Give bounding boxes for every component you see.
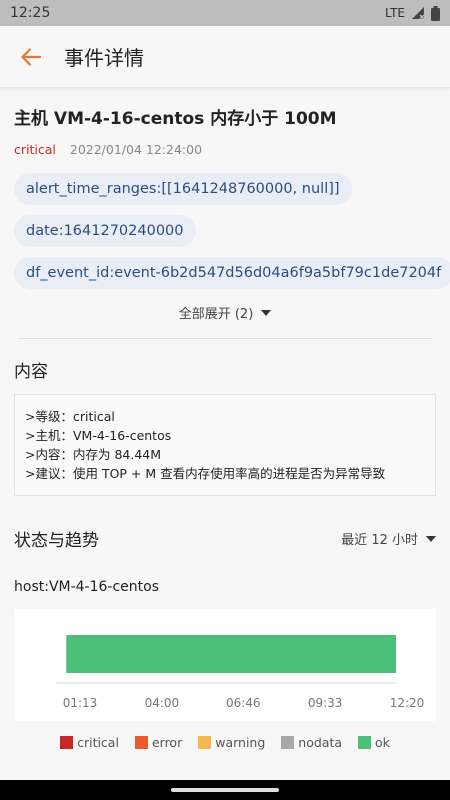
- event-meta: critical 2022/01/04 12:24:00: [14, 142, 436, 157]
- system-nav-bar: [0, 780, 450, 800]
- status-chart: 01:13 04:00 06:46 09:33 12:20: [14, 609, 436, 721]
- legend-swatch: [60, 736, 74, 749]
- chart-legend: critical error warning nodata ok: [14, 735, 436, 750]
- legend-swatch: [281, 736, 295, 749]
- expand-label: 全部展开 (2): [178, 307, 254, 322]
- page-title: 事件详情: [64, 46, 144, 70]
- x-tick-label: 12:20: [390, 696, 425, 710]
- home-indicator[interactable]: [171, 788, 279, 792]
- back-button[interactable]: [0, 26, 62, 88]
- content-heading: 内容: [14, 362, 48, 382]
- x-tick-label: 04:00: [145, 696, 180, 710]
- tag-chip[interactable]: alert_time_ranges:[[1641248760000, null]…: [14, 173, 352, 205]
- time-range-select[interactable]: 最近 12 小时: [341, 529, 436, 548]
- divider: [18, 338, 432, 339]
- app-bar: 事件详情: [0, 26, 450, 88]
- time-range-label: 最近 12 小时: [341, 533, 418, 548]
- expand-all-button[interactable]: 全部展开 (2): [14, 303, 436, 322]
- legend-swatch: [198, 736, 212, 749]
- caret-down-icon: [261, 309, 272, 316]
- content-line: >主机：VM-4-16-centos: [25, 428, 172, 443]
- x-tick-label: 09:33: [308, 696, 343, 710]
- network-type: LTE: [385, 6, 405, 20]
- content-line: >等级：critical: [25, 409, 115, 424]
- legend-item-critical[interactable]: critical: [60, 735, 119, 750]
- legend-label: warning: [215, 735, 266, 750]
- caret-down-icon: [426, 535, 436, 542]
- signal-icon: [412, 7, 425, 20]
- legend-swatch: [358, 736, 372, 749]
- legend-item-warning[interactable]: warning: [198, 735, 265, 750]
- legend-item-error[interactable]: error: [134, 735, 183, 750]
- trend-header: 状态与趋势 最近 12 小时: [14, 526, 436, 551]
- tag-list: alert_time_ranges:[[1641248760000, null]…: [14, 173, 450, 299]
- host-label: host:VM-4-16-centos: [14, 579, 160, 595]
- x-tick-label: 06:46: [226, 696, 261, 710]
- legend-label: ok: [375, 735, 390, 750]
- legend-swatch: [134, 736, 148, 749]
- battery-icon: [431, 5, 440, 21]
- x-tick-label: 01:13: [63, 696, 98, 710]
- legend-item-nodata[interactable]: nodata: [281, 735, 342, 750]
- content-line: >内容：内存为 84.44M: [25, 447, 162, 462]
- event-title: 主机 VM-4-16-centos 内存小于 100M: [14, 109, 337, 129]
- legend-label: error: [151, 735, 183, 750]
- status-bar: 12:25 LTE: [0, 0, 450, 26]
- content-box: >等级：critical >主机：VM-4-16-centos >内容：内存为 …: [14, 394, 436, 496]
- status-segment-ok: [66, 635, 397, 673]
- event-timestamp: 2022/01/04 12:24:00: [69, 142, 203, 157]
- tag-chip[interactable]: df_event_id:event-6b2d547d56d04a6f9a5bf7…: [14, 257, 450, 289]
- event-level: critical: [14, 142, 56, 157]
- status-time: 12:25: [10, 5, 51, 21]
- arrow-left-icon: [21, 47, 41, 66]
- main-content: 主机 VM-4-16-centos 内存小于 100M critical 202…: [0, 104, 450, 750]
- status-chart-svg: 01:13 04:00 06:46 09:33 12:20: [56, 635, 425, 710]
- legend-item-ok[interactable]: ok: [358, 735, 390, 750]
- status-icons: LTE: [385, 5, 440, 21]
- trend-heading: 状态与趋势: [14, 531, 99, 551]
- legend-label: nodata: [298, 735, 343, 750]
- content-line: >建议：使用 TOP + M 查看内存使用率高的进程是否为异常导致: [25, 466, 386, 481]
- legend-label: critical: [77, 735, 119, 750]
- tag-chip[interactable]: date:1641270240000: [14, 215, 196, 247]
